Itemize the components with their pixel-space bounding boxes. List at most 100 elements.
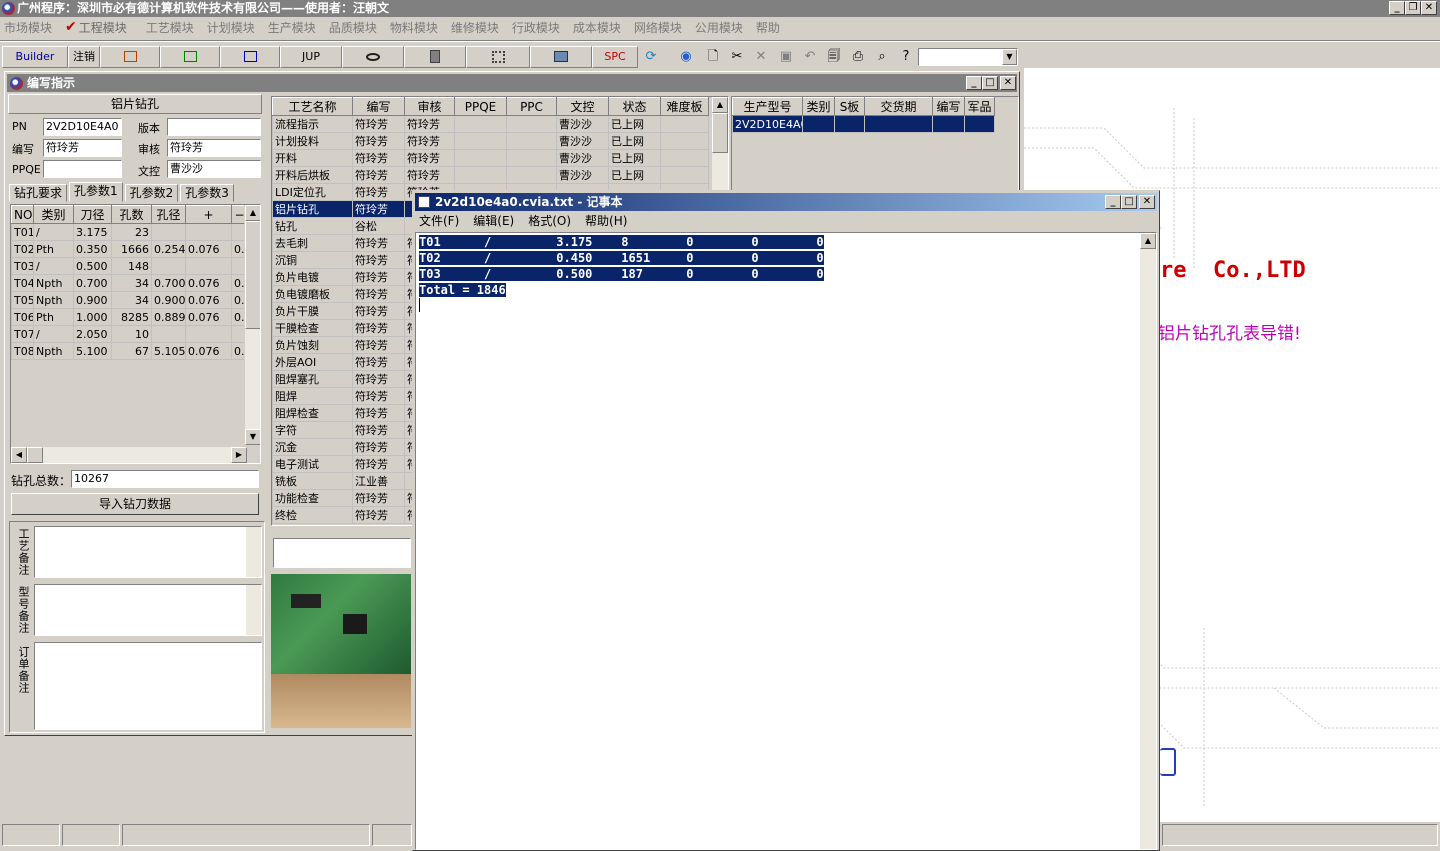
process-text-field[interactable] <box>273 538 411 568</box>
new-file-icon[interactable]: 🗋 <box>703 48 723 66</box>
table-row[interactable]: T04 Npth 0.700 34 0.700 0.076 0. <box>11 274 248 292</box>
scroll-up-icon[interactable]: ▲ <box>1140 233 1156 249</box>
undo-icon[interactable]: ↶ <box>800 48 820 66</box>
scroll-down-icon[interactable]: ▼ <box>245 429 260 445</box>
excel-button[interactable] <box>160 46 220 68</box>
menu-engineering[interactable]: 工程模块 <box>79 19 127 36</box>
table-row[interactable]: T08 Npth 5.100 67 5.105 0.076 0. <box>11 342 248 360</box>
menu-quality[interactable]: 品质模块 <box>329 19 377 36</box>
menu-common[interactable]: 公用模块 <box>695 19 743 36</box>
table-row[interactable]: T01/3.175 23 <box>11 223 248 241</box>
menu-network[interactable]: 网络模块 <box>634 19 682 36</box>
scroll-up-icon[interactable]: ▲ <box>712 97 728 113</box>
table-cell: 符玲芳 <box>352 319 405 337</box>
author-field[interactable]: 符玲芳 <box>43 139 122 157</box>
drill-vscroll-thumb[interactable] <box>245 221 260 329</box>
table-row[interactable]: T02 Pth 0.350 1666 0.254 0.076 0. <box>11 240 248 258</box>
computer-button[interactable] <box>530 46 592 68</box>
drill-vscroll[interactable]: ▲ ▼ <box>244 205 260 445</box>
table-cell <box>151 257 186 275</box>
menu-maintenance[interactable]: 维修模块 <box>451 19 499 36</box>
scroll-left-icon[interactable]: ◀ <box>11 447 27 463</box>
version-field[interactable] <box>167 118 261 136</box>
drill-total-field[interactable]: 10267 <box>71 470 259 488</box>
process-notes-field[interactable] <box>34 526 262 578</box>
table-row[interactable]: 开料后烘板 符玲芳 符玲芳 曹沙沙 已上网 <box>272 166 709 184</box>
powerpoint-button[interactable] <box>100 46 160 68</box>
tab-hole-params-3[interactable]: 孔参数3 <box>180 184 234 202</box>
tab-drill-requirements[interactable]: 钻孔要求 <box>9 184 68 202</box>
jup-button[interactable]: JUP <box>280 46 342 68</box>
find-icon[interactable]: ⌕ <box>872 48 892 66</box>
delete-icon[interactable]: ✕ <box>751 48 771 66</box>
table-row[interactable]: 2V2D10E4A0 <box>732 115 995 133</box>
menu-help[interactable]: 帮助 <box>756 19 780 36</box>
builder-button[interactable]: Builder <box>2 46 68 68</box>
minimize-button[interactable]: _ <box>1389 1 1405 15</box>
refresh-icon[interactable]: ⟳ <box>641 48 661 66</box>
table-row[interactable]: 计划投料 符玲芳 符玲芳 曹沙沙 已上网 <box>272 132 709 150</box>
table-row[interactable]: T05 Npth 0.900 34 0.900 0.076 0. <box>11 291 248 309</box>
help-icon[interactable]: ? <box>896 48 916 66</box>
scroll-up-icon[interactable]: ▲ <box>245 205 260 221</box>
tab-hole-params-2[interactable]: 孔参数2 <box>124 184 179 202</box>
menu-market[interactable]: 市场模块 <box>4 19 52 36</box>
print-icon[interactable]: ⎙ <box>848 48 868 66</box>
notepad-maximize-button[interactable]: □ <box>1121 195 1137 209</box>
notepad-minimize-button[interactable]: _ <box>1105 195 1121 209</box>
notepad-text-area[interactable]: T01 / 3.175 8 0 0 0 T02 / 0.450 1651 0 0… <box>415 232 1157 850</box>
close-button[interactable]: ✕ <box>1421 1 1437 15</box>
notepad-close-button[interactable]: ✕ <box>1139 195 1155 209</box>
pn-field[interactable]: 2V2D10E4A0 <box>43 118 122 136</box>
process-notes-scroll[interactable] <box>246 527 261 577</box>
cut-icon[interactable]: ✂ <box>727 48 747 66</box>
menu-plan[interactable]: 计划模块 <box>207 19 255 36</box>
import-drill-data-button[interactable]: 导入钻刀数据 <box>11 493 259 515</box>
menu-production[interactable]: 生产模块 <box>268 19 316 36</box>
toolbar-combo[interactable]: ▼ <box>918 48 1018 66</box>
table-row[interactable]: 开料 符玲芳 符玲芳 曹沙沙 已上网 <box>272 149 709 167</box>
browser-icon[interactable]: ◉ <box>676 48 696 66</box>
product-table-header: 生产型号 类别 S板 交货期 编写 军品 <box>732 97 995 116</box>
menu-material[interactable]: 物料模块 <box>390 19 438 36</box>
word-button[interactable] <box>220 46 280 68</box>
view-button[interactable] <box>342 46 404 68</box>
drill-hscroll[interactable]: ◀ ▶ <box>11 447 247 463</box>
table-row[interactable]: T03/0.500 148 <box>11 257 248 275</box>
logout-button[interactable]: 注销 <box>68 46 100 68</box>
restore-button[interactable]: ❐ <box>1405 1 1421 15</box>
save-icon[interactable]: ▣ <box>776 48 796 66</box>
child-maximize-button[interactable]: □ <box>982 76 998 90</box>
notepad-menu-file[interactable]: 文件(F) <box>419 212 459 231</box>
menu-process[interactable]: 工艺模块 <box>146 19 194 36</box>
child-close-button[interactable]: ✕ <box>1000 76 1016 90</box>
doc-control-field[interactable]: 曹沙沙 <box>167 160 261 178</box>
database-button[interactable] <box>404 46 466 68</box>
table-row[interactable]: T06 Pth 1.000 8285 0.889 0.076 0. <box>11 308 248 326</box>
process-vscroll[interactable]: ▲ <box>712 97 728 197</box>
preview-icon[interactable]: 🗐 <box>824 48 844 66</box>
child-minimize-button[interactable]: _ <box>966 76 982 90</box>
notepad-vscroll[interactable]: ▲ <box>1140 233 1156 849</box>
network-button[interactable] <box>466 46 530 68</box>
notepad-menu-edit[interactable]: 编辑(E) <box>473 212 514 231</box>
review-field[interactable]: 符玲芳 <box>167 139 261 157</box>
spc-button[interactable]: SPC <box>592 46 638 68</box>
model-notes-scroll[interactable] <box>246 585 261 635</box>
scroll-right-icon[interactable]: ▶ <box>231 447 247 463</box>
chevron-down-icon[interactable]: ▼ <box>1002 49 1017 65</box>
process-vscroll-thumb[interactable] <box>712 113 728 153</box>
drill-hscroll-thumb[interactable] <box>27 447 43 463</box>
menu-cost[interactable]: 成本模块 <box>573 19 621 36</box>
table-cell: 曹沙沙 <box>556 166 609 184</box>
notepad-menu-format[interactable]: 格式(O) <box>528 212 571 231</box>
table-row[interactable]: T07/2.050 10 <box>11 325 248 343</box>
table-row[interactable]: 流程指示 符玲芳 符玲芳 曹沙沙 已上网 <box>272 115 709 133</box>
ppqe-field[interactable] <box>43 160 122 178</box>
notepad-menu-help[interactable]: 帮助(H) <box>585 212 627 231</box>
model-notes-field[interactable] <box>34 584 262 636</box>
order-notes-field[interactable] <box>34 642 262 730</box>
menu-admin[interactable]: 行政模块 <box>512 19 560 36</box>
tab-hole-params-1[interactable]: 孔参数1 <box>69 182 123 202</box>
table-cell: 符玲芳 <box>352 234 405 252</box>
